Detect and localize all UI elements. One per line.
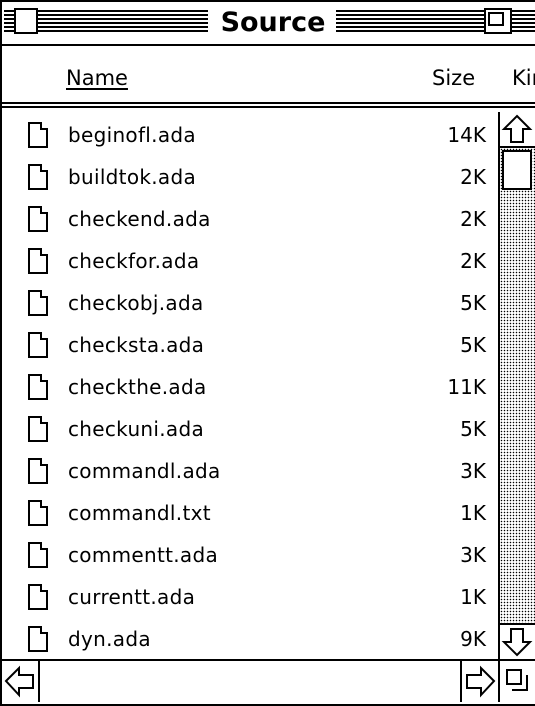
document-icon[interactable] (28, 290, 48, 316)
horizontal-scrollbar[interactable] (2, 659, 498, 702)
file-row[interactable]: checkend.ada 2K (2, 200, 498, 242)
file-name[interactable]: checksta.ada (68, 333, 204, 357)
document-icon[interactable] (28, 374, 48, 400)
file-name[interactable]: checkend.ada (68, 207, 211, 231)
scroll-down-arrow-icon[interactable] (500, 623, 535, 659)
title-bar[interactable]: Source (2, 2, 535, 46)
scroll-up-arrow-icon[interactable] (500, 112, 535, 148)
file-size: 2K (460, 249, 486, 273)
file-name[interactable]: checkfor.ada (68, 249, 199, 273)
document-icon[interactable] (28, 458, 48, 484)
file-size: 5K (460, 333, 486, 357)
document-icon[interactable] (28, 500, 48, 526)
file-row[interactable]: commentt.ada 3K (2, 536, 498, 578)
column-size-header[interactable]: Size (432, 66, 475, 90)
file-row[interactable]: checksta.ada 5K (2, 326, 498, 368)
file-name[interactable]: dyn.ada (68, 627, 151, 651)
file-row[interactable]: commandl.ada 3K (2, 452, 498, 494)
file-size: 14K (447, 123, 486, 147)
zoom-box[interactable] (484, 8, 512, 34)
column-kind-header[interactable]: Kir (512, 66, 535, 90)
file-size: 5K (460, 291, 486, 315)
column-header: Name Size Kir (2, 46, 535, 108)
file-name[interactable]: commentt.ada (68, 543, 218, 567)
file-row[interactable]: checkobj.ada 5K (2, 284, 498, 326)
file-row[interactable]: checkuni.ada 5K (2, 410, 498, 452)
file-size: 11K (447, 375, 486, 399)
document-icon[interactable] (28, 416, 48, 442)
file-size: 3K (460, 543, 486, 567)
document-icon[interactable] (28, 332, 48, 358)
document-icon[interactable] (28, 626, 48, 652)
document-icon[interactable] (28, 542, 48, 568)
column-name-header[interactable]: Name (66, 66, 128, 90)
file-name[interactable]: checkthe.ada (68, 375, 207, 399)
file-name[interactable]: checkobj.ada (68, 291, 204, 315)
file-name[interactable]: buildtok.ada (68, 165, 196, 189)
file-row[interactable]: beginofl.ada 14K (2, 116, 498, 158)
document-icon[interactable] (28, 164, 48, 190)
file-row[interactable]: dyn.ada 9K (2, 620, 498, 659)
file-row[interactable]: currentt.ada 1K (2, 578, 498, 620)
file-size: 2K (460, 207, 486, 231)
file-size: 1K (460, 501, 486, 525)
close-box[interactable] (14, 8, 38, 34)
scroll-right-arrow-icon[interactable] (460, 661, 498, 702)
file-size: 5K (460, 417, 486, 441)
file-size: 3K (460, 459, 486, 483)
finder-window: Source Name Size Kir beginofl.ada 14K buil… (0, 0, 535, 706)
file-row[interactable]: checkthe.ada 11K (2, 368, 498, 410)
scroll-thumb[interactable] (502, 150, 532, 190)
file-name[interactable]: checkuni.ada (68, 417, 204, 441)
document-icon[interactable] (28, 248, 48, 274)
document-icon[interactable] (28, 206, 48, 232)
file-name[interactable]: beginofl.ada (68, 123, 196, 147)
file-name[interactable]: commandl.txt (68, 501, 211, 525)
vertical-scrollbar[interactable] (498, 112, 535, 659)
document-icon[interactable] (28, 584, 48, 610)
file-name[interactable]: currentt.ada (68, 585, 195, 609)
document-icon[interactable] (28, 122, 48, 148)
window-title: Source (214, 7, 332, 39)
size-box[interactable] (498, 659, 535, 702)
file-row[interactable]: checkfor.ada 2K (2, 242, 498, 284)
file-list: beginofl.ada 14K buildtok.ada 2K checkend.ad… (2, 112, 498, 659)
file-size: 9K (460, 627, 486, 651)
file-row[interactable]: commandl.txt 1K (2, 494, 498, 536)
file-size: 2K (460, 165, 486, 189)
file-name[interactable]: commandl.ada (68, 459, 221, 483)
file-size: 1K (460, 585, 486, 609)
scroll-left-arrow-icon[interactable] (2, 661, 40, 702)
file-row[interactable]: buildtok.ada 2K (2, 158, 498, 200)
